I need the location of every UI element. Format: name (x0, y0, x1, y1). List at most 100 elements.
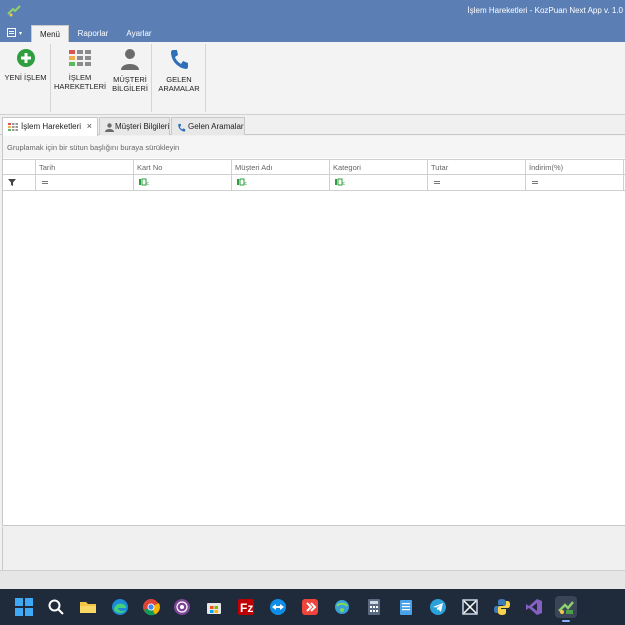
svg-text:Fz: Fz (240, 601, 253, 615)
tab-menu-label: Menü (39, 30, 60, 39)
incoming-calls-label-2: ARAMALAR (158, 84, 200, 93)
column-header-discount[interactable]: İndirim(%) (525, 160, 623, 175)
chevron-down-icon: ▾ (19, 31, 23, 37)
grid-footer-panel (2, 527, 625, 570)
ribbon-panel: YENİ İŞLEM İŞLEM HAREKETLERİ MÜŞTERİ BİL… (0, 42, 625, 115)
begins-with-icon[interactable]: c (237, 178, 247, 186)
equals-icon[interactable] (42, 181, 48, 182)
visual-studio-icon[interactable] (523, 596, 545, 618)
column-header-discount-label: İndirim(%) (529, 163, 564, 172)
ribbon-tab-strip: ▾ Menü Raporlar Ayarlar (0, 22, 625, 42)
filezilla-icon[interactable]: Fz (235, 596, 257, 618)
customers-button[interactable]: MÜŞTERİ BİLGİLERİ (109, 48, 151, 93)
title-bar: İşlem Hareketleri - KozPuan Next App v. … (0, 0, 625, 22)
filter-cell-discount[interactable] (525, 175, 623, 190)
calculator-icon[interactable] (363, 596, 385, 618)
group-panel-hint: Gruplamak için bir sütun başlığını buray… (7, 143, 180, 152)
header-indicator-cell (3, 160, 35, 175)
window-title: İşlem Hareketleri - KozPuan Next App v. … (467, 6, 623, 15)
filter-cell-card-no[interactable]: c (133, 175, 231, 190)
begins-with-icon[interactable]: c (335, 178, 345, 186)
python-icon[interactable] (491, 596, 513, 618)
customers-label-2: BİLGİLERİ (112, 84, 148, 93)
doc-tab-transactions[interactable]: İşlem Hareketleri × (2, 117, 98, 136)
data-grid: Gruplamak için bir sütun başlığını buray… (2, 136, 625, 526)
doc-tab-calls[interactable]: Gelen Aramalar (171, 117, 245, 135)
tab-reports[interactable]: Raporlar (71, 25, 115, 42)
equals-icon[interactable] (434, 181, 440, 182)
column-header-category-label: Kategori (333, 163, 361, 172)
tab-settings[interactable]: Ayarlar (118, 25, 160, 42)
chrome-icon[interactable] (140, 596, 162, 618)
svg-text:c: c (245, 181, 248, 186)
grid-header-row: Tarih Kart No Müşteri Adı Kategori Tutar… (3, 159, 625, 175)
tor-icon[interactable] (171, 596, 193, 618)
plus-circle-icon (16, 49, 35, 67)
close-icon[interactable]: × (87, 121, 92, 131)
tab-settings-label: Ayarlar (126, 29, 152, 38)
application-menu-button[interactable]: ▾ (3, 25, 27, 41)
edge-icon[interactable] (109, 596, 131, 618)
grid-filter-row: c c c (3, 175, 625, 191)
doc-tab-customers-label: Müşteri Bilgileri (115, 122, 170, 131)
grid-icon (8, 123, 18, 131)
phone-icon (171, 50, 188, 69)
store-icon[interactable] (203, 596, 225, 618)
app-menu-icon (7, 28, 16, 37)
transactions-label-1: İŞLEM (68, 73, 92, 82)
phone-icon (178, 123, 186, 132)
customers-label-1: MÜŞTERİ (113, 75, 147, 84)
column-header-date[interactable]: Tarih (35, 160, 133, 175)
ribbon-group-calls: GELEN ARAMALAR (153, 44, 206, 112)
network-icon[interactable] (331, 596, 353, 618)
group-panel[interactable]: Gruplamak için bir sütun başlığını buray… (3, 136, 625, 158)
user-icon (121, 49, 139, 70)
svg-text:c: c (343, 181, 346, 186)
column-header-date-label: Tarih (39, 163, 56, 172)
teamviewer-icon[interactable] (267, 596, 289, 618)
new-transaction-label: YENİ İŞLEM (4, 73, 47, 82)
column-header-category[interactable]: Kategori (329, 160, 427, 175)
notepad-icon[interactable] (395, 596, 417, 618)
ribbon-group-new: YENİ İŞLEM (0, 44, 51, 112)
filter-cell-category[interactable]: c (329, 175, 427, 190)
doc-tab-customers[interactable]: Müşteri Bilgileri (99, 117, 170, 135)
filter-cell-amount[interactable] (427, 175, 525, 190)
incoming-calls-label-1: GELEN (166, 75, 192, 84)
user-icon (105, 123, 114, 132)
column-header-amount[interactable]: Tutar (427, 160, 525, 175)
app-logo-icon (7, 5, 21, 17)
doc-tab-calls-label: Gelen Aramalar (188, 122, 244, 131)
equals-icon[interactable] (532, 181, 538, 182)
column-header-customer-name-label: Müşteri Adı (235, 163, 273, 172)
column-header-card-no-label: Kart No (137, 163, 163, 172)
filter-funnel-icon (8, 179, 16, 186)
new-transaction-button[interactable]: YENİ İŞLEM (2, 48, 49, 82)
filter-cell-date[interactable] (35, 175, 133, 190)
incoming-calls-button[interactable]: GELEN ARAMALAR (155, 48, 203, 93)
anydesk-icon[interactable] (299, 596, 321, 618)
column-header-card-no[interactable]: Kart No (133, 160, 231, 175)
windows-start-icon[interactable] (13, 596, 35, 618)
tab-menu[interactable]: Menü (31, 25, 69, 42)
column-header-amount-label: Tutar (431, 163, 449, 172)
transactions-button[interactable]: İŞLEM HAREKETLERİ (54, 50, 106, 91)
status-bar (0, 570, 625, 589)
transactions-label-2: HAREKETLERİ (54, 82, 107, 91)
search-icon[interactable] (45, 596, 67, 618)
ribbon-group-views: İŞLEM HAREKETLERİ MÜŞTERİ BİLGİLERİ (52, 44, 152, 112)
begins-with-icon[interactable]: c (139, 178, 149, 186)
file-explorer-icon[interactable] (77, 596, 99, 618)
kozpuan-app-icon[interactable] (555, 596, 577, 622)
telegram-icon[interactable] (427, 596, 449, 618)
snipping-icon[interactable] (459, 596, 481, 618)
document-tab-strip: İşlem Hareketleri × Müşteri Bilgileri Ge… (0, 115, 625, 136)
tab-reports-label: Raporlar (77, 29, 109, 38)
svg-text:c: c (147, 181, 150, 186)
grid-icon (69, 50, 91, 66)
windows-taskbar: Fz (0, 589, 625, 625)
doc-tab-transactions-label: İşlem Hareketleri (21, 122, 82, 131)
filter-cell-customer-name[interactable]: c (231, 175, 329, 190)
column-header-customer-name[interactable]: Müşteri Adı (231, 160, 329, 175)
filter-row-indicator (3, 175, 35, 190)
